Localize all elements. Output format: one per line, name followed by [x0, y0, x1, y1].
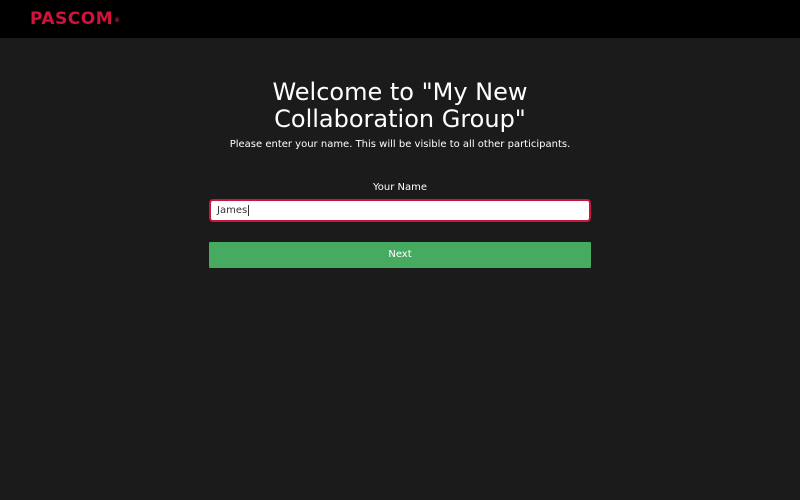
- next-button[interactable]: Next: [209, 242, 591, 268]
- your-name-input[interactable]: James: [209, 199, 591, 222]
- pascom-logo[interactable]: PASCOM®: [30, 8, 121, 30]
- page-subtitle: Please enter your name. This will be vis…: [229, 139, 571, 150]
- top-bar: PASCOM®: [0, 0, 800, 38]
- text-cursor: [248, 204, 250, 216]
- welcome-panel: Welcome to "My New Collaboration Group" …: [0, 38, 800, 500]
- logo-text: PASCOM: [30, 9, 114, 29]
- your-name-label: Your Name: [372, 182, 428, 193]
- page-title: Welcome to "My New Collaboration Group": [272, 78, 528, 133]
- your-name-input-value: James: [217, 205, 248, 216]
- registered-mark: ®: [114, 17, 121, 24]
